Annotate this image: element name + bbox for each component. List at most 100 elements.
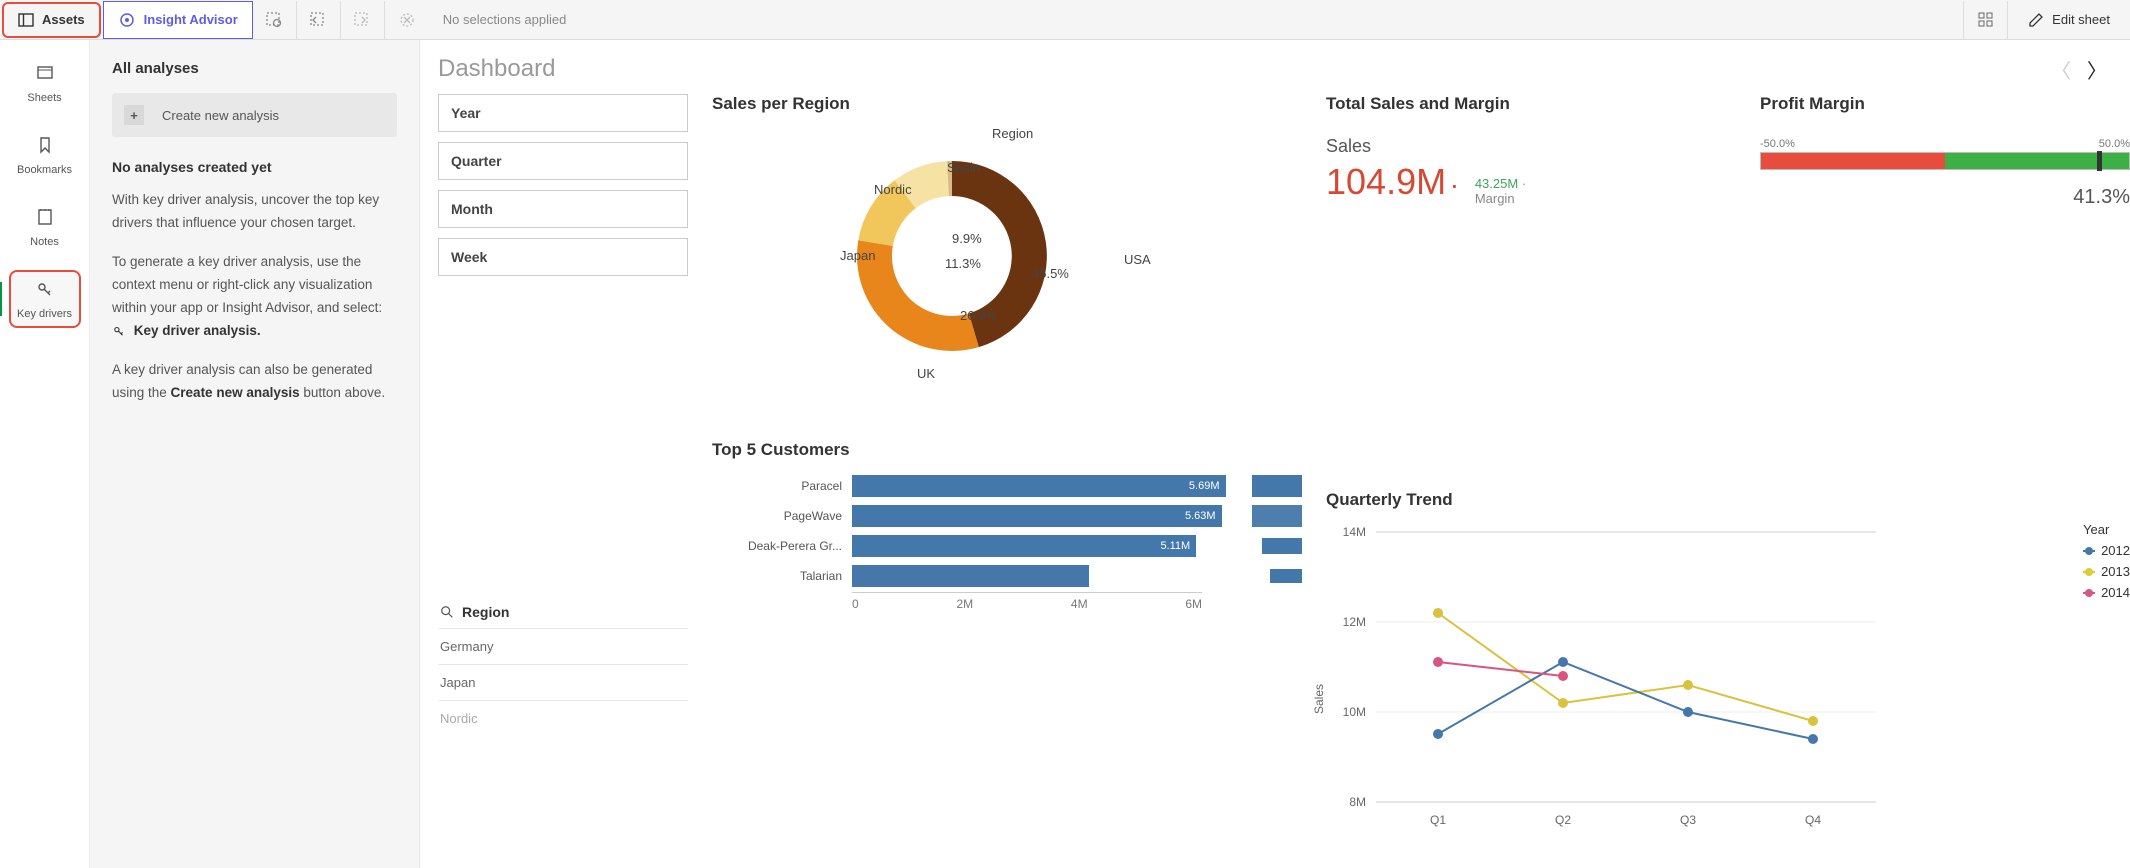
bar-cat: Paracel — [712, 479, 852, 493]
dashboard-content: Dashboard 〈 〉 Year Quarter Month Week Re… — [420, 40, 2130, 868]
svg-text:14M: 14M — [1343, 525, 1366, 539]
grid-icon — [1977, 11, 1995, 29]
smart-search-button[interactable] — [253, 1, 297, 39]
pencil-icon — [2028, 12, 2044, 28]
selection-forward-icon — [353, 11, 371, 29]
trend-svg: 14M 12M 10M 8M Q1 Q2 Q3 Q4 — [1326, 522, 1906, 832]
svg-text:Q2: Q2 — [1555, 813, 1571, 827]
donut-label-japan: Japan — [840, 248, 875, 263]
rail-bookmarks[interactable]: Bookmarks — [9, 126, 81, 184]
kpi-sub-label: Margin — [1475, 191, 1515, 206]
selection-search-icon — [265, 11, 283, 29]
key-drivers-icon — [35, 279, 55, 304]
kpi-label: Sales — [1326, 136, 1736, 157]
quarterly-trend-chart[interactable]: Quarterly Trend Sales 14M 12M — [1326, 490, 2130, 862]
filter-quarter[interactable]: Quarter — [438, 142, 688, 180]
sheet-prev-button[interactable]: 〈 — [2046, 54, 2076, 84]
bar-cat: Deak-Perera Gr... — [712, 539, 852, 553]
donut-pct-nordic: 9.9% — [952, 231, 982, 246]
left-nav-rail: Sheets Bookmarks Notes Key drivers — [0, 40, 90, 868]
rail-key-drivers[interactable]: Key drivers — [9, 270, 81, 328]
svg-text:Q1: Q1 — [1430, 813, 1446, 827]
edit-sheet-button[interactable]: Edit sheet — [2007, 1, 2130, 39]
svg-text:10M: 10M — [1343, 705, 1366, 719]
donut-pct-japan: 11.3% — [945, 256, 981, 271]
analyses-title: All analyses — [112, 60, 397, 77]
clear-selections-button[interactable] — [385, 1, 429, 39]
help-text-3: A key driver analysis can also be genera… — [112, 359, 397, 405]
bullet-max: 50.0% — [2099, 138, 2130, 150]
donut-pct-usa: 45.5% — [1032, 266, 1069, 281]
step-back-button[interactable] — [297, 1, 341, 39]
top5-customers-chart[interactable]: Top 5 Customers Paracel 5.69M PageWave 5… — [712, 440, 1302, 862]
svg-text:Q3: Q3 — [1680, 813, 1696, 827]
create-analysis-label: Create new analysis — [162, 108, 279, 123]
kpi-sub-value: 43.25M — [1475, 176, 1518, 191]
svg-text:12M: 12M — [1343, 615, 1366, 629]
rail-notes[interactable]: Notes — [9, 198, 81, 256]
donut-label-usa: USA — [1124, 252, 1151, 267]
analyses-panel: All analyses + Create new analysis No an… — [90, 40, 420, 868]
kpi-value: 104.9M — [1326, 161, 1446, 203]
dashboard-header: Dashboard 〈 〉 — [438, 54, 2112, 84]
selections-tool-button[interactable] — [1963, 1, 2007, 39]
sheet-next-button[interactable]: 〉 — [2082, 54, 2112, 84]
sales-per-region-chart[interactable]: Sales per Region Region — [712, 94, 1302, 506]
svg-text:8M: 8M — [1349, 795, 1366, 809]
bullet-bar — [1760, 152, 2130, 170]
clear-icon — [398, 11, 416, 29]
region-item[interactable]: Germany — [438, 628, 688, 664]
donut-label-spain: Spain — [947, 160, 980, 175]
region-item[interactable]: Japan — [438, 664, 688, 700]
donut-legend: Region — [992, 126, 1033, 141]
filter-month[interactable]: Month — [438, 190, 688, 228]
region-item[interactable]: Nordic — [438, 700, 688, 736]
no-selections-text: No selections applied — [429, 12, 581, 27]
region-filter-list: Region Germany Japan Nordic — [438, 596, 688, 736]
create-analysis-button[interactable]: + Create new analysis — [112, 93, 397, 137]
panel-icon — [18, 12, 34, 28]
bar-cat: PageWave — [712, 509, 852, 523]
key-driver-inline-icon — [112, 323, 130, 338]
insight-advisor-button[interactable]: Insight Advisor — [103, 1, 253, 39]
bar-cat: Talarian — [712, 569, 852, 583]
bars-axis: 02M4M6M — [852, 592, 1202, 611]
notes-icon — [35, 207, 55, 232]
bullet-value: 41.3% — [1760, 186, 2130, 209]
trend-legend: Year 2012 2013 2014 — [2083, 522, 2130, 606]
help-text-1: With key driver analysis, uncover the to… — [112, 189, 397, 235]
insight-icon — [118, 11, 136, 29]
filter-column: Year Quarter Month Week Region Germany J… — [438, 94, 688, 862]
trend-ylabel: Sales — [1312, 684, 1326, 714]
kpi-title: Total Sales and Margin — [1326, 94, 1736, 114]
rail-bookmarks-label: Bookmarks — [17, 164, 72, 176]
filter-year[interactable]: Year — [438, 94, 688, 132]
assets-button[interactable]: Assets — [2, 2, 101, 38]
bullet-min: -50.0% — [1760, 138, 1795, 150]
svg-text:Q4: Q4 — [1805, 813, 1821, 827]
region-header: Region — [462, 604, 509, 620]
insight-label: Insight Advisor — [144, 12, 238, 27]
bookmark-icon — [35, 135, 55, 160]
edit-sheet-label: Edit sheet — [2052, 12, 2110, 27]
sheets-icon — [35, 63, 55, 88]
rail-notes-label: Notes — [30, 236, 59, 248]
donut-label-uk: UK — [917, 366, 935, 381]
step-forward-button[interactable] — [341, 1, 385, 39]
no-analyses-heading: No analyses created yet — [112, 159, 397, 175]
donut-title: Sales per Region — [712, 94, 1302, 114]
bullet-title: Profit Margin — [1760, 94, 2130, 114]
total-sales-margin-kpi[interactable]: Total Sales and Margin Sales 104.9M · 43… — [1326, 94, 1736, 506]
donut-label-nordic: Nordic — [874, 182, 912, 197]
help-text-2: To generate a key driver analysis, use t… — [112, 251, 397, 343]
profit-margin-chart[interactable]: Profit Margin -50.0% 50.0% 41.3% — [1760, 94, 2130, 506]
search-icon — [440, 605, 454, 619]
donut-pct-uk: 26.9% — [960, 308, 997, 323]
rail-key-drivers-label: Key drivers — [17, 308, 72, 320]
filter-week[interactable]: Week — [438, 238, 688, 276]
rail-sheets-label: Sheets — [27, 92, 61, 104]
plus-icon: + — [124, 105, 144, 125]
dashboard-title: Dashboard — [438, 55, 555, 83]
rail-sheets[interactable]: Sheets — [9, 54, 81, 112]
assets-label: Assets — [42, 12, 85, 27]
